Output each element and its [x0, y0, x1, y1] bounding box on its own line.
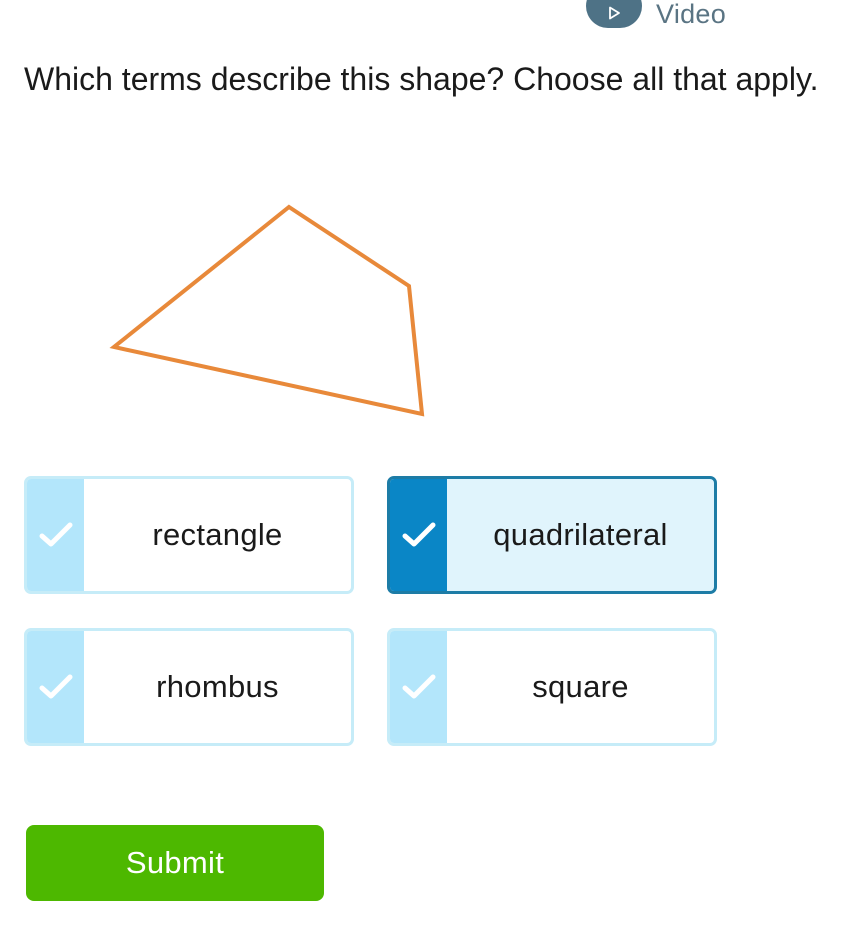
option-label: square [532, 669, 629, 704]
option-label: quadrilateral [493, 517, 668, 552]
question-text: Which terms describe this shape? Choose … [24, 61, 819, 97]
option-checkbox[interactable] [27, 631, 84, 743]
play-icon [609, 6, 620, 20]
option-rectangle[interactable]: rectangle [24, 476, 354, 594]
option-label: rectangle [152, 517, 283, 552]
check-icon [402, 522, 435, 547]
video-button[interactable]: Video [586, 0, 727, 29]
check-icon [39, 674, 72, 699]
option-label: rhombus [156, 669, 279, 704]
check-icon [402, 674, 435, 699]
option-checkbox[interactable] [390, 479, 447, 591]
option-square[interactable]: square [387, 628, 717, 746]
submit-button[interactable]: Submit [26, 825, 324, 901]
shape-outline [109, 204, 425, 417]
play-icon-circle [586, 0, 642, 28]
video-label: Video [656, 0, 727, 29]
option-rhombus[interactable]: rhombus [24, 628, 354, 746]
quadrilateral-figure [109, 204, 425, 417]
option-checkbox[interactable] [390, 631, 447, 743]
question-page: Video Which terms describe this shape? C… [0, 0, 851, 942]
option-quadrilateral[interactable]: quadrilateral [387, 476, 717, 594]
check-icon [39, 522, 72, 547]
option-checkbox[interactable] [27, 479, 84, 591]
